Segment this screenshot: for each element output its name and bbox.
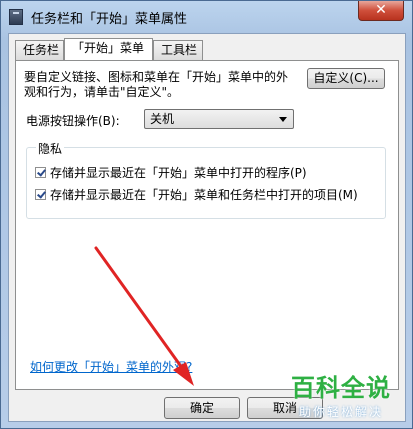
recent-programs-label: 存储并显示最近在「开始」菜单中打开的程序(P) [50,166,307,180]
recent-items-option[interactable]: 存储并显示最近在「开始」菜单和任务栏中打开的项目(M) [35,186,358,203]
tab-toolbars[interactable]: 工具栏 [153,40,203,60]
taskbar-app-icon [9,9,23,25]
title-bar[interactable]: 任务栏和「开始」菜单属性 ✕ [1,1,412,33]
watermark: 百科全说 助你轻松解决 [278,368,404,420]
power-button-label: 电源按钮操作(B): [26,114,120,128]
recent-programs-checkbox[interactable] [35,167,46,178]
recent-items-checkbox[interactable] [35,189,46,200]
tab-start-menu[interactable]: 「开始」菜单 [64,38,153,60]
customize-description: 要自定义链接、图标和菜单在「开始」菜单中的外观和行为，请单击"自定义"。 [24,70,289,99]
properties-window: 任务栏和「开始」菜单属性 ✕ 任务栏 「开始」菜单 工具栏 要自定义链接、图标和… [0,0,413,429]
tab-taskbar[interactable]: 任务栏 [15,40,64,60]
privacy-group-title: 隐私 [36,140,65,157]
window-title: 任务栏和「开始」菜单属性 [31,12,188,27]
power-button-value: 关机 [150,112,175,126]
help-link[interactable]: 如何更改「开始」菜单的外观? [30,358,192,375]
privacy-group: 隐私 存储并显示最近在「开始」菜单中打开的程序(P) 存储并显示最近在「开始」菜… [26,140,386,219]
recent-programs-option[interactable]: 存储并显示最近在「开始」菜单中打开的程序(P) [35,164,307,181]
close-button[interactable]: ✕ [358,1,404,21]
dialog-client-area: 任务栏 「开始」菜单 工具栏 要自定义链接、图标和菜单在「开始」菜单中的外观和行… [8,33,406,422]
power-button-select[interactable]: 关机 [144,109,294,129]
watermark-subtitle: 助你轻松解决 [298,405,383,419]
chevron-down-icon [279,117,287,122]
ok-button[interactable]: 确定 [164,397,240,419]
customize-button[interactable]: 自定义(C)... [307,68,385,89]
watermark-title: 百科全说 [291,374,391,402]
recent-items-label: 存储并显示最近在「开始」菜单和任务栏中打开的项目(M) [50,188,358,202]
